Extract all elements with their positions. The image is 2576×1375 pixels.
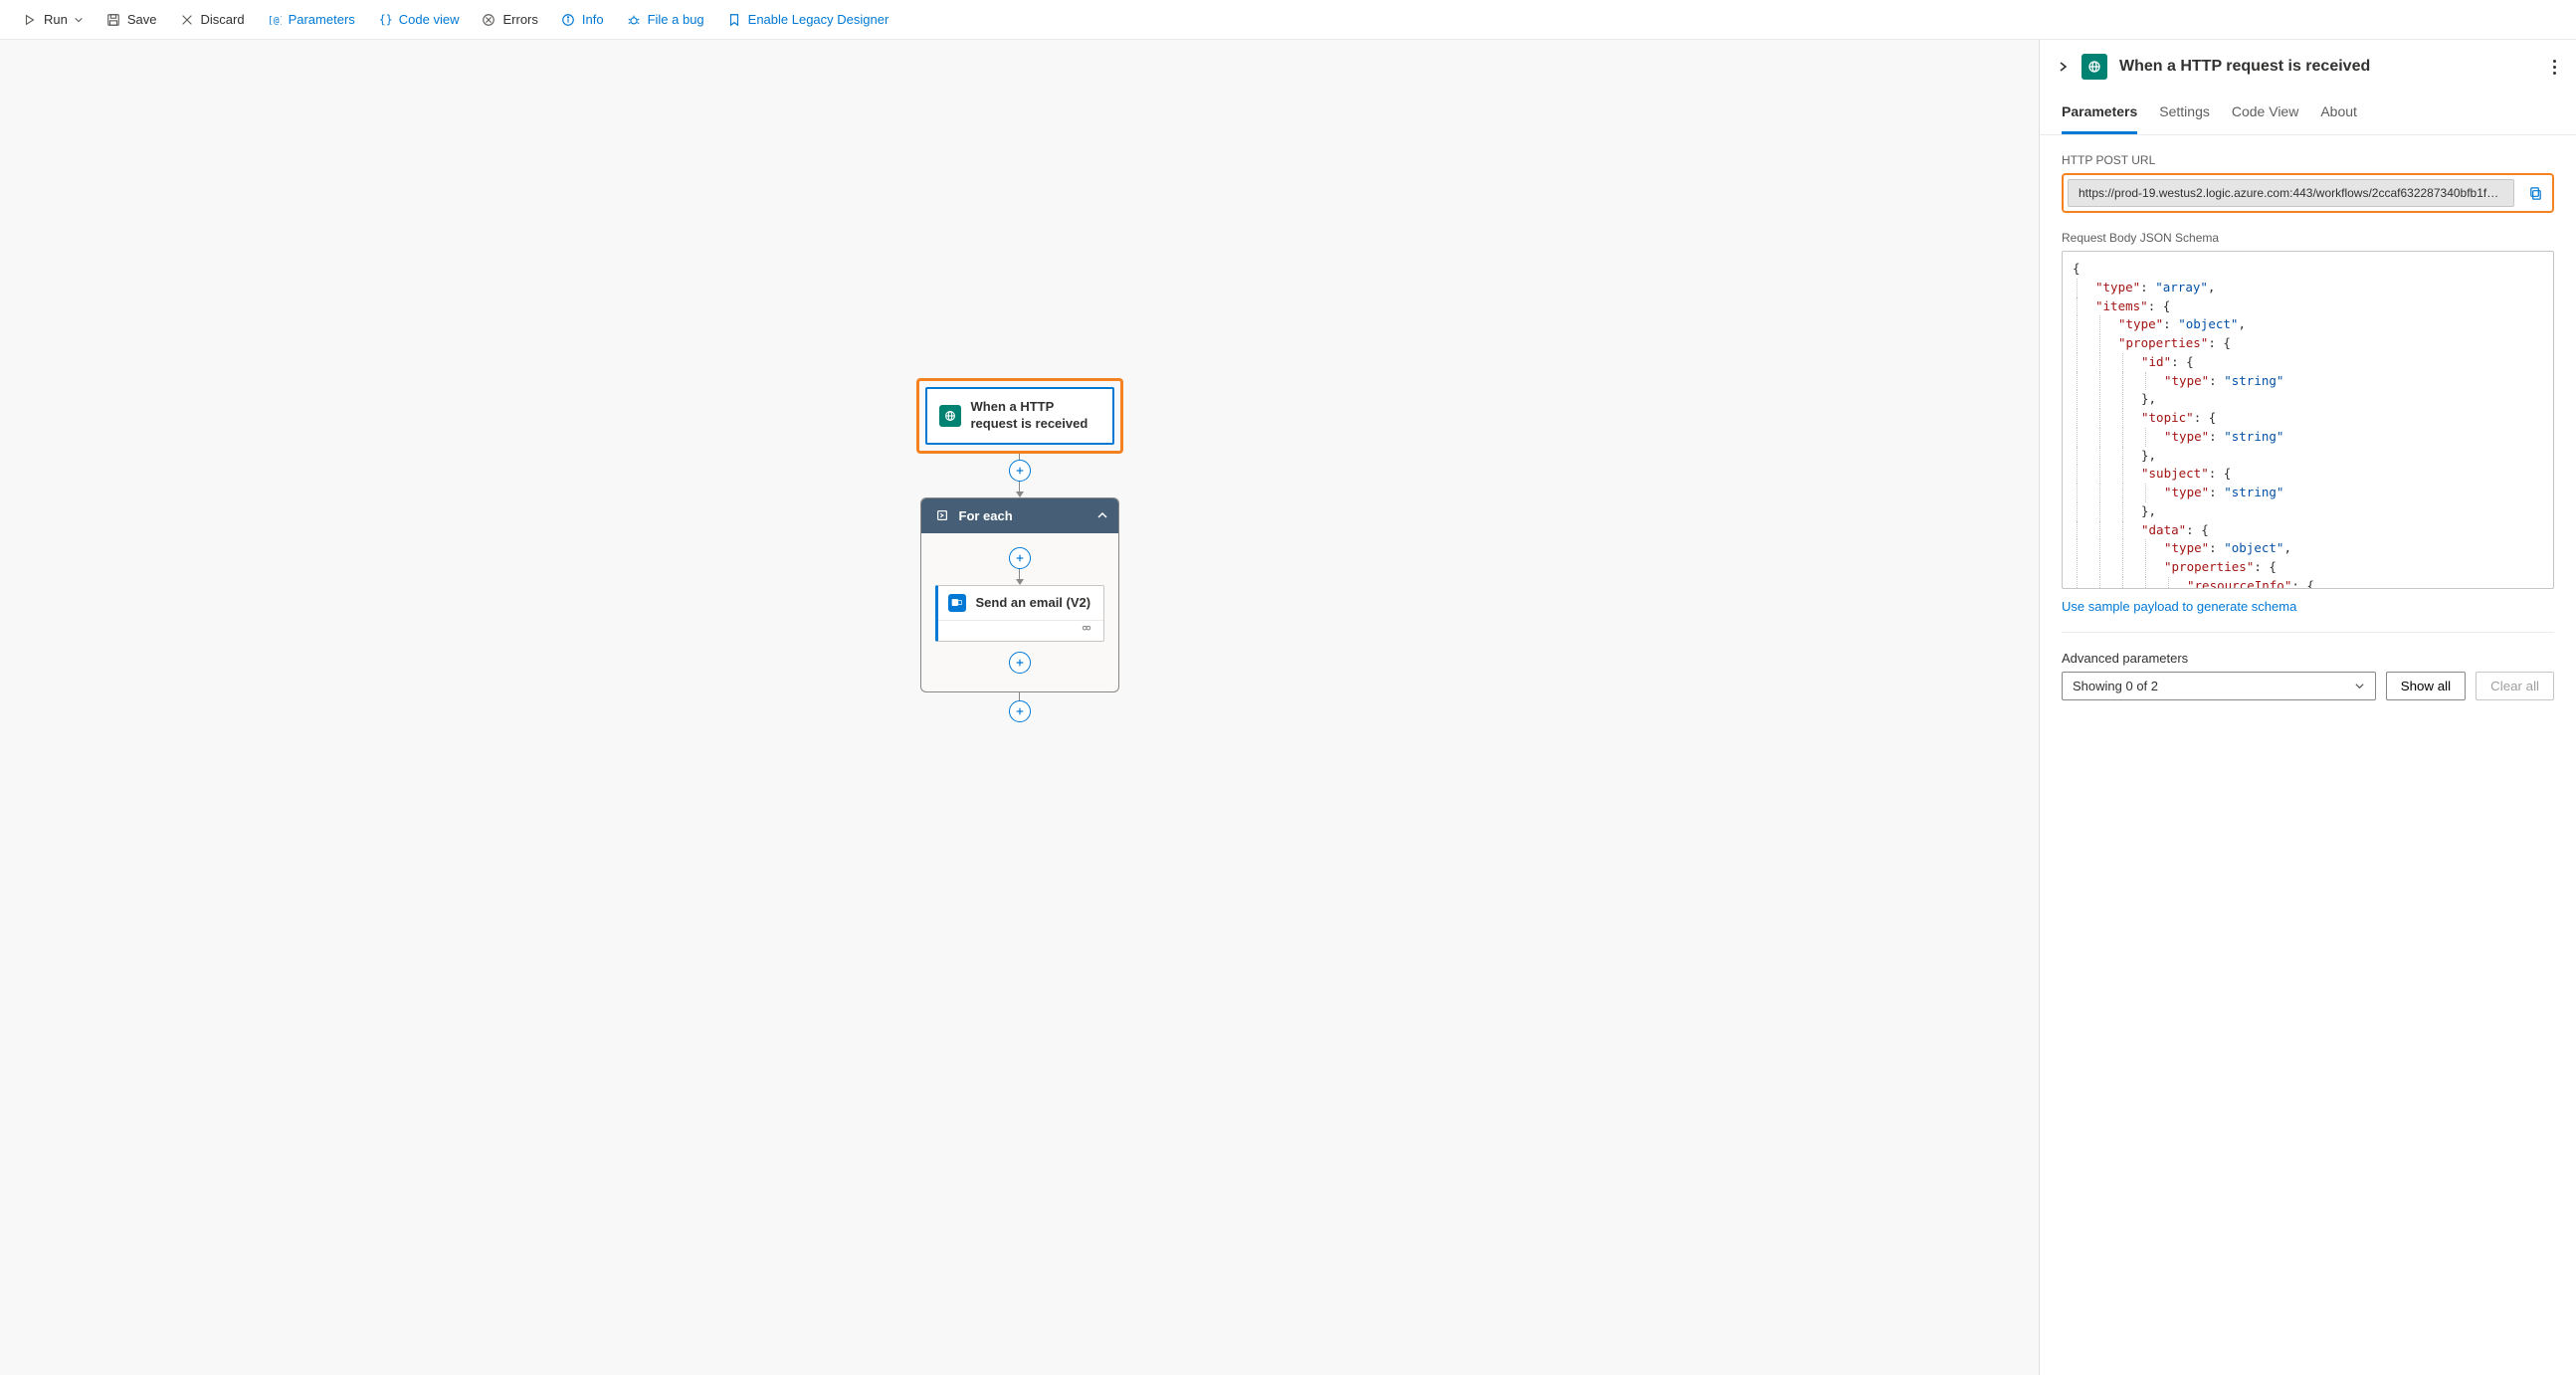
discard-button[interactable]: Discard [169,4,255,36]
tab-about[interactable]: About [2320,94,2357,134]
discard-label: Discard [201,12,245,27]
trigger-highlight: When a HTTP request is received [916,378,1123,454]
info-label: Info [582,12,604,27]
more-menu-button[interactable] [2549,56,2560,79]
trigger-card[interactable]: When a HTTP request is received [925,387,1114,445]
http-request-icon [939,405,961,427]
parameters-label: Parameters [289,12,355,27]
connection-icon [1080,625,1093,635]
chevron-up-icon[interactable] [1096,509,1108,521]
info-icon [560,12,576,28]
error-icon [481,12,496,28]
trigger-label: When a HTTP request is received [971,399,1100,433]
svg-text:[@]: [@] [268,15,282,26]
collapse-panel-button[interactable] [2056,60,2070,74]
save-icon [105,12,121,28]
schema-label: Request Body JSON Schema [2062,231,2554,245]
codeview-label: Code view [399,12,460,27]
braces-icon: {} [377,12,393,28]
foreach-label: For each [959,508,1013,523]
showall-button[interactable]: Show all [2386,672,2466,700]
save-button[interactable]: Save [96,4,167,36]
url-highlight: https://prod-19.westus2.logic.azure.com:… [2062,173,2554,213]
svg-text:{}: {} [379,13,392,27]
add-step-button[interactable] [1009,700,1031,722]
add-step-button[interactable] [1009,460,1031,482]
bookmark-icon [726,12,742,28]
advanced-select-value: Showing 0 of 2 [2073,679,2158,693]
errors-button[interactable]: Errors [471,4,547,36]
fileabug-label: File a bug [648,12,704,27]
clearall-button: Clear all [2476,672,2554,700]
designer-canvas[interactable]: When a HTTP request is received [0,40,2039,1375]
foreach-scope: For each [920,497,1119,692]
tab-codeview[interactable]: Code View [2232,94,2298,134]
add-step-button[interactable] [1009,547,1031,569]
action-label: Send an email (V2) [976,595,1091,610]
errors-label: Errors [502,12,537,27]
schema-editor[interactable]: {"type": "array","items": {"type": "obje… [2062,251,2554,589]
run-button[interactable]: Run [12,4,94,36]
save-label: Save [127,12,157,27]
divider [2062,632,2554,633]
action-card[interactable]: Send an email (V2) [935,585,1104,642]
info-button[interactable]: Info [550,4,614,36]
add-step-button[interactable] [1009,652,1031,674]
advanced-label: Advanced parameters [2062,651,2554,666]
copy-url-button[interactable] [2522,180,2548,206]
sample-payload-link[interactable]: Use sample payload to generate schema [2062,599,2296,614]
loop-icon [935,508,949,522]
foreach-header[interactable]: For each [921,498,1118,533]
outlook-icon [948,594,966,612]
legacy-label: Enable Legacy Designer [748,12,890,27]
bug-icon [626,12,642,28]
advanced-select[interactable]: Showing 0 of 2 [2062,672,2376,700]
parameters-icon: [@] [267,12,283,28]
panel-tabs: Parameters Settings Code View About [2040,94,2576,135]
codeview-button[interactable]: {} Code view [367,4,470,36]
chevron-down-icon [74,15,84,25]
legacy-button[interactable]: Enable Legacy Designer [716,4,899,36]
http-request-icon [2081,54,2107,80]
details-panel: When a HTTP request is received Paramete… [2039,40,2576,1375]
toolbar: Run Save Discard [@] Parameters {} [0,0,2576,40]
tab-parameters[interactable]: Parameters [2062,94,2137,134]
close-icon [179,12,195,28]
panel-title: When a HTTP request is received [2119,58,2537,76]
run-label: Run [44,12,68,27]
fileabug-button[interactable]: File a bug [616,4,714,36]
url-label: HTTP POST URL [2062,153,2554,167]
parameters-button[interactable]: [@] Parameters [257,4,365,36]
url-input[interactable]: https://prod-19.westus2.logic.azure.com:… [2068,179,2514,207]
play-icon [22,12,38,28]
tab-settings[interactable]: Settings [2159,94,2210,134]
